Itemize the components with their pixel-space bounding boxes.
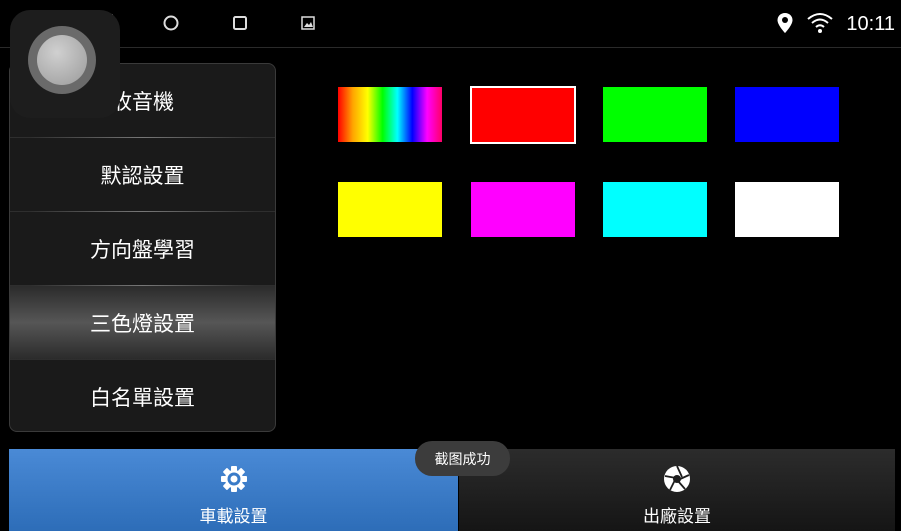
swatch-rainbow[interactable]	[338, 87, 442, 142]
swatch-blue[interactable]	[735, 87, 839, 142]
location-icon	[776, 12, 794, 38]
swatch-magenta[interactable]	[471, 182, 575, 237]
swatch-white[interactable]	[735, 182, 839, 237]
wifi-icon	[806, 11, 834, 39]
menu-item-whitelist-settings[interactable]: 白名單設置	[10, 360, 275, 431]
menu-item-label: 收音機	[111, 89, 174, 114]
recents-icon[interactable]	[229, 12, 251, 34]
tab-factory-settings[interactable]: 出廠設置	[459, 449, 895, 531]
aperture-icon	[662, 464, 692, 494]
tab-label: 出廠設置	[643, 507, 711, 527]
swatch-yellow[interactable]	[338, 182, 442, 237]
clock-time: 10:11	[846, 13, 895, 35]
swatch-red[interactable]	[469, 85, 577, 145]
side-menu: 收音機 默認設置 方向盤學習 三色燈設置 白名單設置	[9, 63, 276, 432]
menu-item-steering-wheel-learning[interactable]: 方向盤學習	[10, 212, 275, 286]
status-bar: 10:11	[0, 0, 901, 48]
tab-vehicle-settings[interactable]: 車載設置	[9, 449, 458, 531]
floating-assistive-ball[interactable]	[10, 10, 120, 118]
swatch-cyan[interactable]	[603, 182, 707, 237]
toast-message: 截图成功	[415, 441, 510, 476]
gear-icon	[219, 464, 249, 494]
menu-item-label: 方向盤學習	[90, 237, 195, 262]
menu-item-tricolor-light-settings[interactable]: 三色燈設置	[10, 286, 275, 360]
home-icon[interactable]	[160, 12, 182, 34]
menu-item-label: 三色燈設置	[90, 311, 195, 336]
menu-item-label: 白名單設置	[90, 385, 195, 410]
tab-label: 車載設置	[199, 507, 268, 527]
gallery-icon	[297, 12, 319, 34]
menu-item-label: 默認設置	[100, 163, 185, 188]
menu-item-default-settings[interactable]: 默認設置	[10, 138, 275, 212]
swatch-green[interactable]	[603, 87, 707, 142]
